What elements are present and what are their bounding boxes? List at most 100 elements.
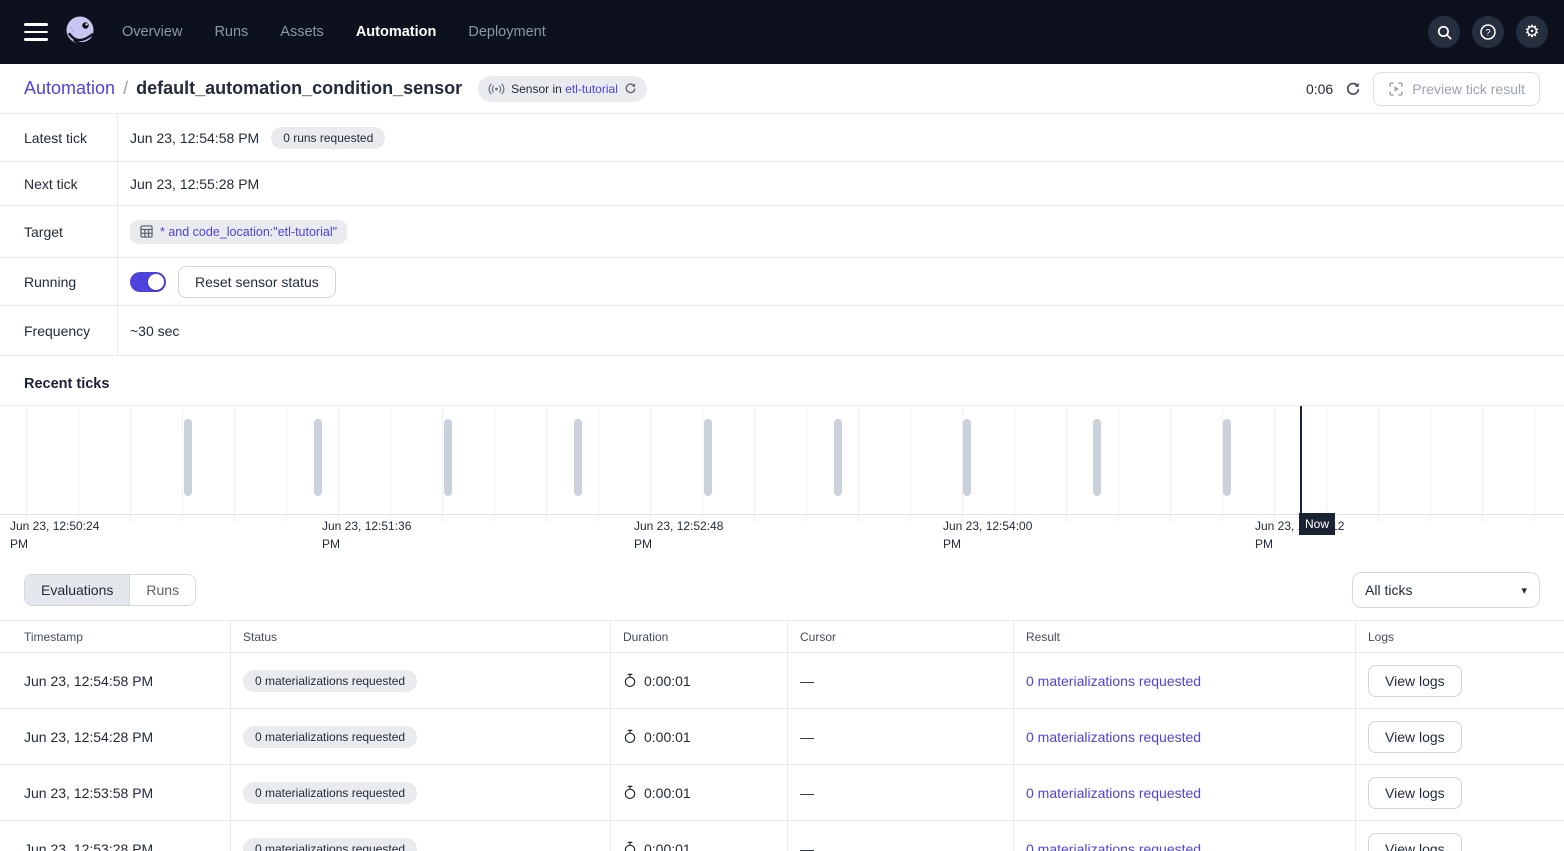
- view-logs-button[interactable]: View logs: [1368, 833, 1462, 851]
- timeline-gridline: [338, 406, 339, 522]
- sensor-icon: [488, 83, 505, 95]
- help-icon[interactable]: ?: [1472, 16, 1504, 48]
- breadcrumb: Automation / default_automation_conditio…: [0, 64, 1564, 114]
- table-header: Timestamp Status Duration Cursor Result …: [0, 621, 1564, 653]
- status-badge: 0 materializations requested: [243, 838, 417, 851]
- cursor-value: —: [787, 653, 1013, 708]
- evaluations-table: Timestamp Status Duration Cursor Result …: [0, 620, 1564, 851]
- timeline-gridline: [390, 406, 391, 522]
- timeline-gridline: [182, 406, 183, 522]
- nav-item-automation[interactable]: Automation: [356, 24, 437, 40]
- tab-runs[interactable]: Runs: [130, 575, 195, 605]
- timeline-gridline: [130, 406, 131, 522]
- axis-time-label: Jun 23, 12:50:24 PM: [10, 517, 110, 553]
- preview-play-icon: [1388, 81, 1404, 97]
- cursor-value: —: [787, 821, 1013, 851]
- timeline-gridline: [234, 406, 235, 522]
- asset-selection-text: * and code_location:"etl-tutorial": [160, 225, 337, 239]
- timeline-gridline: [494, 406, 495, 522]
- timeline-gridline: [26, 406, 27, 522]
- target-row: Target * and code_location:"etl-tutorial…: [0, 206, 1564, 258]
- col-duration: Duration: [610, 621, 787, 652]
- nav-actions: ? ⚙: [1428, 16, 1548, 48]
- timeline-gridline: [1014, 406, 1015, 522]
- tick-bar[interactable]: [1093, 419, 1101, 496]
- now-marker-line: [1300, 406, 1302, 515]
- nav-item-deployment[interactable]: Deployment: [468, 24, 545, 40]
- stopwatch-icon: [623, 841, 637, 851]
- nav-item-overview[interactable]: Overview: [122, 24, 182, 40]
- timeline-gridline: [910, 406, 911, 522]
- tab-evaluations[interactable]: Evaluations: [25, 575, 130, 605]
- result-link[interactable]: 0 materializations requested: [1026, 785, 1201, 801]
- timeline-gridline: [1430, 406, 1431, 522]
- stopwatch-icon: [623, 785, 637, 800]
- tick-bar[interactable]: [704, 419, 712, 496]
- tick-bar[interactable]: [184, 419, 192, 496]
- result-link[interactable]: 0 materializations requested: [1026, 729, 1201, 745]
- latest-tick-row: Latest tick Jun 23, 12:54:58 PM 0 runs r…: [0, 114, 1564, 162]
- page-title: default_automation_condition_sensor: [136, 78, 462, 99]
- code-location-link[interactable]: etl-tutorial: [565, 82, 618, 96]
- col-logs: Logs: [1355, 621, 1564, 652]
- refresh-icon[interactable]: [624, 82, 637, 95]
- duration-value: 0:00:01: [644, 785, 691, 801]
- status-badge: 0 materializations requested: [243, 726, 417, 748]
- nav-links: Overview Runs Assets Automation Deployment: [122, 24, 546, 40]
- result-link[interactable]: 0 materializations requested: [1026, 841, 1201, 851]
- view-logs-button[interactable]: View logs: [1368, 665, 1462, 697]
- breadcrumb-automation-link[interactable]: Automation: [24, 78, 115, 99]
- target-label: Target: [0, 206, 118, 257]
- view-logs-button[interactable]: View logs: [1368, 721, 1462, 753]
- nav-item-assets[interactable]: Assets: [280, 24, 324, 40]
- nav-item-runs[interactable]: Runs: [214, 24, 248, 40]
- tick-bar[interactable]: [1223, 419, 1231, 496]
- asset-selection-tag[interactable]: * and code_location:"etl-tutorial": [130, 220, 347, 244]
- table-row: Jun 23, 12:54:28 PM 0 materializations r…: [0, 709, 1564, 765]
- search-icon[interactable]: [1428, 16, 1460, 48]
- preview-button-label: Preview tick result: [1412, 81, 1525, 97]
- preview-tick-result-button[interactable]: Preview tick result: [1373, 72, 1540, 106]
- col-result: Result: [1013, 621, 1355, 652]
- breadcrumb-separator: /: [123, 78, 128, 99]
- tick-bar[interactable]: [834, 419, 842, 496]
- timeline-gridline: [442, 406, 443, 522]
- tick-bar[interactable]: [314, 419, 322, 496]
- refresh-icon[interactable]: [1345, 81, 1361, 97]
- tabs-bar: EvaluationsRuns All ticks ▾: [0, 572, 1564, 608]
- view-logs-button[interactable]: View logs: [1368, 777, 1462, 809]
- settings-gear-icon[interactable]: ⚙: [1516, 16, 1548, 48]
- asset-table-icon: [140, 225, 153, 238]
- tick-bar[interactable]: [444, 419, 452, 496]
- running-label: Running: [0, 258, 118, 305]
- result-link[interactable]: 0 materializations requested: [1026, 673, 1201, 689]
- tick-filter-value: All ticks: [1365, 582, 1412, 598]
- now-badge: Now: [1299, 513, 1335, 535]
- tick-filter-dropdown[interactable]: All ticks ▾: [1352, 572, 1540, 608]
- tick-bar[interactable]: [963, 419, 971, 496]
- axis-time-label: Jun 23, 12:54:00 PM: [943, 517, 1043, 553]
- menu-icon[interactable]: [16, 12, 56, 52]
- timeline-gridline: [1378, 406, 1379, 522]
- cursor-value: —: [787, 709, 1013, 764]
- latest-tick-value: Jun 23, 12:54:58 PM: [130, 130, 259, 146]
- tick-timestamp: Jun 23, 12:53:28 PM: [0, 821, 230, 851]
- running-toggle[interactable]: [130, 272, 166, 292]
- header-actions: 0:06 Preview tick result: [1306, 72, 1540, 106]
- reset-sensor-status-button[interactable]: Reset sensor status: [178, 266, 336, 298]
- stopwatch-icon: [623, 729, 637, 744]
- timeline-gridline: [286, 406, 287, 522]
- recent-ticks-heading: Recent ticks: [24, 376, 1540, 392]
- ticks-table-body: Jun 23, 12:54:58 PM 0 materializations r…: [0, 653, 1564, 851]
- axis-time-label: Jun 23, 12:52:48 PM: [634, 517, 734, 553]
- table-row: Jun 23, 12:54:58 PM 0 materializations r…: [0, 653, 1564, 709]
- next-tick-label: Next tick: [0, 162, 118, 205]
- chevron-down-icon: ▾: [1521, 584, 1527, 597]
- timeline-gridline: [598, 406, 599, 522]
- timeline-gridline: [1274, 406, 1275, 522]
- timeline-gridline: [1482, 406, 1483, 522]
- tick-bar[interactable]: [574, 419, 582, 496]
- timeline-gridline: [1534, 406, 1535, 522]
- col-cursor: Cursor: [787, 621, 1013, 652]
- dagster-logo-icon[interactable]: [62, 13, 100, 51]
